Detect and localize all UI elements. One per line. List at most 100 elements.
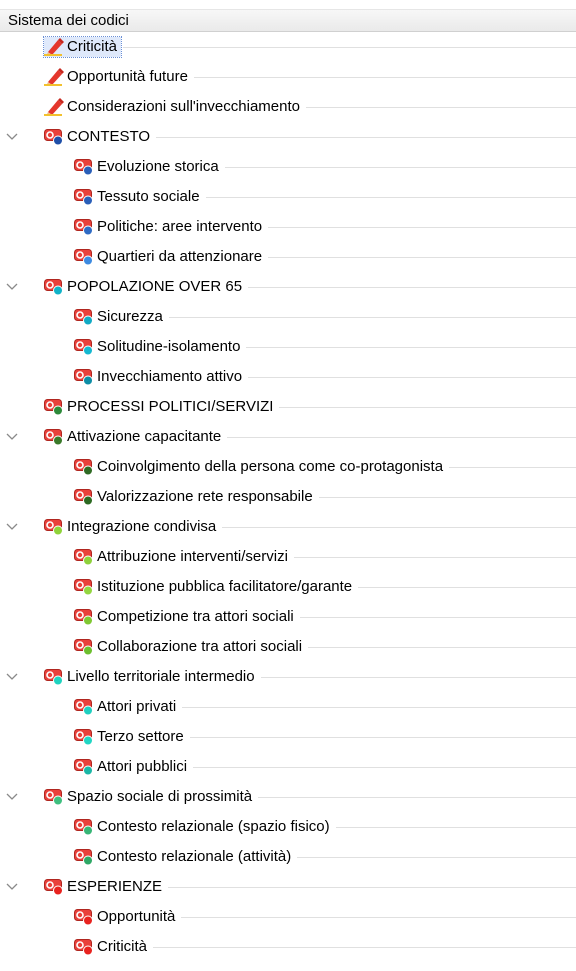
tree-row-competizione-attori[interactable]: Competizione tra attori sociali bbox=[0, 602, 576, 632]
tree-row-terzo-settore[interactable]: Terzo settore bbox=[0, 722, 576, 752]
code-tag-icon bbox=[74, 218, 94, 236]
tree-item-label: Livello territoriale intermedio bbox=[67, 668, 255, 685]
tree-item-label: Contesto relazionale (spazio fisico) bbox=[97, 818, 330, 835]
code-tag-icon bbox=[74, 848, 94, 866]
code-tag-icon bbox=[44, 128, 64, 146]
tree-row-valorizzazione-rete[interactable]: Valorizzazione rete responsabile bbox=[0, 482, 576, 512]
memo-pen-icon bbox=[44, 38, 64, 56]
memo-pen-icon bbox=[44, 98, 64, 116]
expand-chevron-icon[interactable] bbox=[4, 879, 20, 895]
code-tag-icon bbox=[44, 398, 64, 416]
tree-item-label: Considerazioni sull'invecchiamento bbox=[67, 98, 300, 115]
tree-guide-line bbox=[297, 857, 576, 858]
tree-row-quartieri-da-attenzionare[interactable]: Quartieri da attenzionare bbox=[0, 242, 576, 272]
tree-row-attori-privati[interactable]: Attori privati bbox=[0, 692, 576, 722]
tree-item-label: Evoluzione storica bbox=[97, 158, 219, 175]
expand-chevron-icon[interactable] bbox=[4, 129, 20, 145]
expand-chevron-icon[interactable] bbox=[4, 519, 20, 535]
expand-chevron-icon[interactable] bbox=[4, 279, 20, 295]
tree-item-label: Attori privati bbox=[97, 698, 177, 715]
tree-row-integrazione-condivisa[interactable]: Integrazione condivisa bbox=[0, 512, 576, 542]
tree-guide-line bbox=[194, 77, 576, 78]
tree-guide-line bbox=[308, 647, 576, 648]
tree-item-label: Terzo settore bbox=[97, 728, 184, 745]
tree-guide-line bbox=[279, 407, 576, 408]
tree-row-invecchiamento-attivo[interactable]: Invecchiamento attivo bbox=[0, 362, 576, 392]
tree-row-processi-politici-servizi[interactable]: PROCESSI POLITICI/SERVIZI bbox=[0, 392, 576, 422]
tree-row-attivazione-capacitante[interactable]: Attivazione capacitante bbox=[0, 422, 576, 452]
tree-row-politiche-aree-intervento[interactable]: Politiche: aree intervento bbox=[0, 212, 576, 242]
tree-row-sicurezza[interactable]: Sicurezza bbox=[0, 302, 576, 332]
code-tag-icon bbox=[74, 938, 94, 956]
tree-item-label: POPOLAZIONE OVER 65 bbox=[67, 278, 243, 295]
tree-guide-line bbox=[268, 227, 576, 228]
tree-guide-line bbox=[248, 377, 576, 378]
tree-row-opportunita-future-memo[interactable]: Opportunità future bbox=[0, 62, 576, 92]
tree-guide-line bbox=[222, 527, 576, 528]
code-tag-icon bbox=[44, 518, 64, 536]
tree-guide-line bbox=[181, 917, 576, 918]
tree-row-esperienze[interactable]: ESPERIENZE bbox=[0, 872, 576, 902]
tree-guide-line bbox=[300, 617, 576, 618]
tree-row-contesto-relazionale-attivita[interactable]: Contesto relazionale (attività) bbox=[0, 842, 576, 872]
tree-item-label: Istituzione pubblica facilitatore/garant… bbox=[97, 578, 353, 595]
code-tag-icon bbox=[74, 248, 94, 266]
tree-row-opportunita[interactable]: Opportunità bbox=[0, 902, 576, 932]
tree-item-label: Attori pubblici bbox=[97, 758, 188, 775]
tree-item-label: ESPERIENZE bbox=[67, 878, 163, 895]
tree-row-contesto-relazionale-fisico[interactable]: Contesto relazionale (spazio fisico) bbox=[0, 812, 576, 842]
code-tag-icon bbox=[44, 668, 64, 686]
tree-row-attribuzione-interventi[interactable]: Attribuzione interventi/servizi bbox=[0, 542, 576, 572]
code-tree[interactable]: Criticità Opportunità future Considerazion… bbox=[0, 32, 576, 962]
tree-item-label: Quartieri da attenzionare bbox=[97, 248, 263, 265]
tree-guide-line bbox=[358, 587, 576, 588]
tree-row-criticita[interactable]: Criticità bbox=[0, 932, 576, 962]
code-tag-icon bbox=[44, 788, 64, 806]
tree-guide-line bbox=[156, 137, 576, 138]
tree-item-label: PROCESSI POLITICI/SERVIZI bbox=[67, 398, 274, 415]
tree-guide-line bbox=[227, 437, 576, 438]
tree-item-label: Collaborazione tra attori sociali bbox=[97, 638, 303, 655]
tree-row-attori-pubblici[interactable]: Attori pubblici bbox=[0, 752, 576, 782]
code-tag-icon bbox=[74, 608, 94, 626]
tree-guide-line bbox=[193, 767, 576, 768]
tree-item-label: Attivazione capacitante bbox=[67, 428, 222, 445]
code-tag-icon bbox=[74, 578, 94, 596]
tree-guide-line bbox=[294, 557, 576, 558]
tree-row-tessuto-sociale[interactable]: Tessuto sociale bbox=[0, 182, 576, 212]
expand-chevron-icon[interactable] bbox=[4, 669, 20, 685]
tree-row-istituzione-pubblica[interactable]: Istituzione pubblica facilitatore/garant… bbox=[0, 572, 576, 602]
code-tag-icon bbox=[74, 188, 94, 206]
tree-guide-line bbox=[246, 347, 576, 348]
expand-chevron-icon[interactable] bbox=[4, 429, 20, 445]
tree-row-contesto[interactable]: CONTESTO bbox=[0, 122, 576, 152]
tree-row-popolazione-over-65[interactable]: POPOLAZIONE OVER 65 bbox=[0, 272, 576, 302]
tree-item-label: Criticità bbox=[67, 38, 118, 55]
code-tag-icon bbox=[74, 458, 94, 476]
tree-row-criticita-memo[interactable]: Criticità bbox=[0, 32, 576, 62]
tree-row-coinvolgimento-persona[interactable]: Coinvolgimento della persona come co-pro… bbox=[0, 452, 576, 482]
tree-item-label: Competizione tra attori sociali bbox=[97, 608, 294, 625]
tree-item-label: Opportunità future bbox=[67, 68, 188, 85]
tree-item-label: Coinvolgimento della persona come co-pro… bbox=[97, 458, 444, 475]
tree-row-spazio-sociale[interactable]: Spazio sociale di prossimità bbox=[0, 782, 576, 812]
code-system-header[interactable]: Sistema dei codici bbox=[0, 9, 576, 32]
code-tag-icon bbox=[44, 878, 64, 896]
code-tag-icon bbox=[74, 818, 94, 836]
memo-pen-icon bbox=[44, 68, 64, 86]
tree-item-label: Sicurezza bbox=[97, 308, 163, 325]
tree-item-label: Valorizzazione rete responsabile bbox=[97, 488, 313, 505]
expand-chevron-icon[interactable] bbox=[4, 789, 20, 805]
tree-row-collaborazione-attori[interactable]: Collaborazione tra attori sociali bbox=[0, 632, 576, 662]
tree-row-evoluzione-storica[interactable]: Evoluzione storica bbox=[0, 152, 576, 182]
code-tag-icon bbox=[44, 428, 64, 446]
tree-guide-line bbox=[168, 887, 576, 888]
tree-guide-line bbox=[268, 257, 576, 258]
tree-item-label: Integrazione condivisa bbox=[67, 518, 217, 535]
code-tag-icon bbox=[74, 758, 94, 776]
tree-guide-line bbox=[258, 797, 576, 798]
tree-guide-line bbox=[153, 947, 576, 948]
tree-row-livello-territoriale[interactable]: Livello territoriale intermedio bbox=[0, 662, 576, 692]
tree-row-considerazioni-memo[interactable]: Considerazioni sull'invecchiamento bbox=[0, 92, 576, 122]
tree-row-solitudine-isolamento[interactable]: Solitudine-isolamento bbox=[0, 332, 576, 362]
